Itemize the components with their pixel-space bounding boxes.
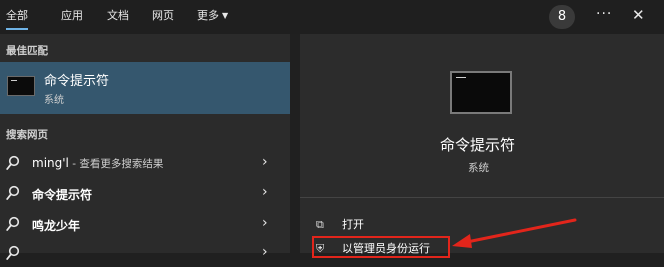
web-search-heading: 搜索网页: [6, 129, 48, 141]
search-icon: [6, 155, 20, 170]
chevron-right-icon: ›: [262, 184, 268, 200]
web-result-item[interactable]: 鸣龙少年 ›: [0, 212, 290, 238]
web-result-label: 命令提示符: [32, 188, 93, 202]
divider: [300, 197, 664, 198]
web-result-hint: - 查看更多搜索结果: [68, 158, 164, 170]
open-action[interactable]: ⧉ 打开: [316, 216, 364, 232]
tab-more-label: 更多: [197, 9, 219, 22]
more-options-icon[interactable]: ···: [596, 6, 612, 22]
chevron-down-icon: ▼: [222, 11, 229, 20]
search-icon: [6, 245, 20, 260]
tab-apps[interactable]: 应用: [61, 8, 83, 24]
search-icon: [6, 216, 20, 231]
results-pane: 最佳匹配 命令提示符 系统 搜索网页 ming'l - 查看更多搜索结果 › 命…: [0, 34, 290, 260]
best-match-item[interactable]: 命令提示符 系统: [0, 62, 290, 114]
command-prompt-icon: [450, 71, 512, 114]
tab-documents[interactable]: 文档: [107, 8, 129, 24]
tab-more[interactable]: 更多 ▼: [197, 8, 228, 24]
close-icon[interactable]: ✕: [632, 6, 645, 24]
chevron-right-icon: ›: [262, 215, 268, 231]
tab-web[interactable]: 网页: [152, 8, 174, 24]
preview-subtitle: 系统: [468, 162, 489, 174]
annotation-arrow-icon: [452, 218, 577, 248]
chevron-right-icon: ›: [262, 154, 268, 170]
command-prompt-icon: [7, 76, 35, 96]
web-query-text: ming'l: [32, 156, 69, 170]
highlight-box: [312, 236, 450, 258]
web-result-item[interactable]: 命令提示符 ›: [0, 181, 290, 207]
best-match-title: 命令提示符: [44, 74, 110, 89]
open-action-label: 打开: [342, 218, 364, 231]
best-match-heading: 最佳匹配: [6, 45, 48, 57]
chevron-right-icon: ›: [262, 244, 268, 260]
web-result-item[interactable]: ›: [0, 241, 290, 267]
preview-title: 命令提示符: [440, 136, 516, 154]
search-header: 全部 应用 文档 网页 更多 ▼ 8 ··· ✕: [0, 0, 664, 34]
search-icon: [6, 185, 20, 200]
tab-all[interactable]: 全部: [6, 8, 28, 30]
points-badge[interactable]: 8: [549, 5, 575, 29]
open-icon: ⧉: [316, 218, 324, 231]
best-match-subtitle: 系统: [44, 95, 64, 106]
web-result-label: ming'l - 查看更多搜索结果: [32, 156, 163, 171]
web-result-label: 鸣龙少年: [32, 219, 81, 233]
web-result-item[interactable]: ming'l - 查看更多搜索结果 ›: [0, 151, 290, 177]
